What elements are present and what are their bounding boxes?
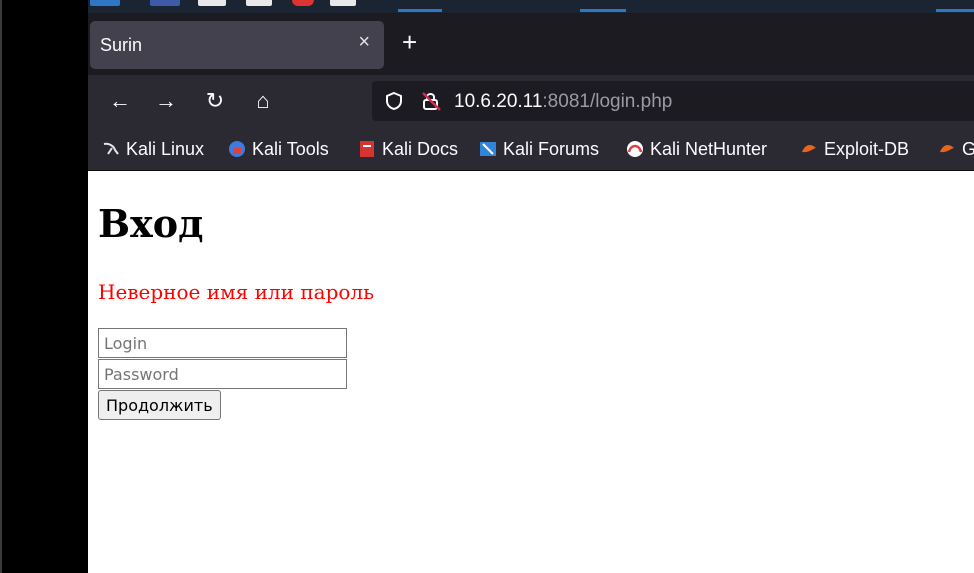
bookmark-label: Kali Tools [252, 138, 329, 159]
kali-docs-icon [360, 141, 374, 157]
reload-icon[interactable]: ↻ [201, 87, 229, 115]
insecure-lock-icon[interactable] [420, 90, 442, 112]
shield-icon[interactable] [384, 91, 404, 111]
bookmark-ghdb[interactable]: G [938, 136, 974, 162]
ghdb-icon [940, 144, 954, 153]
bookmark-label: G [962, 138, 974, 159]
new-tab-button[interactable]: + [402, 29, 417, 55]
exploit-db-icon [802, 144, 816, 153]
desktop-left-area [0, 0, 88, 573]
bookmark-label: Kali NetHunter [650, 138, 768, 159]
bookmark-exploit-db[interactable]: Exploit-DB [800, 136, 909, 162]
submit-button[interactable]: Продолжить [98, 390, 221, 420]
nethunter-icon [627, 141, 643, 157]
taskbar-app-icon[interactable] [292, 0, 314, 6]
browser-tab[interactable]: Surin × [90, 21, 384, 69]
bookmark-label: Exploit-DB [824, 138, 910, 159]
url-host: 10.6.20.11 [454, 91, 543, 112]
kali-forums-icon [480, 142, 496, 156]
password-input[interactable] [98, 359, 347, 389]
bookmark-kali-docs[interactable]: Kali Docs [358, 136, 458, 162]
taskbar-app-icon[interactable] [246, 0, 272, 6]
forward-arrow-icon[interactable]: → [152, 87, 180, 115]
page-content: Вход Неверное имя или пароль Продолжить [88, 171, 974, 573]
taskbar-active-indicator [398, 9, 442, 12]
close-icon[interactable]: × [358, 31, 370, 54]
navigation-toolbar: ← → ↻ ⌂ 10.6.20.11:8081/login.php [88, 75, 974, 127]
bookmark-label: Kali Docs [382, 138, 459, 159]
home-icon[interactable]: ⌂ [249, 87, 277, 115]
bookmark-label: Kali Linux [126, 138, 205, 159]
os-taskbar [88, 0, 974, 13]
back-arrow-icon[interactable]: ← [106, 87, 134, 115]
bookmark-kali-tools[interactable]: Kali Tools [228, 136, 329, 162]
bookmark-label: Kali Forums [503, 138, 600, 159]
taskbar-active-indicator [580, 9, 626, 12]
error-message: Неверное имя или пароль [98, 280, 375, 304]
bookmark-kali-forums[interactable]: Kali Forums [479, 136, 599, 162]
page-title: Вход [98, 201, 204, 246]
taskbar-app-icon[interactable] [150, 0, 180, 6]
taskbar-app-icon[interactable] [330, 0, 356, 6]
taskbar-app-icon[interactable] [198, 0, 226, 6]
bookmarks-toolbar: Kali Linux Kali Tools Kali Docs Kali For… [88, 127, 974, 171]
url-text[interactable]: 10.6.20.11:8081/login.php [454, 91, 672, 113]
bookmark-kali-linux[interactable]: Kali Linux [102, 136, 204, 162]
taskbar-app-icon[interactable] [90, 0, 120, 6]
taskbar-active-indicator [936, 9, 974, 12]
url-path: :8081/login.php [542, 91, 673, 112]
url-bar[interactable]: 10.6.20.11:8081/login.php [372, 81, 974, 121]
bookmark-kali-nethunter[interactable]: Kali NetHunter [626, 136, 767, 162]
login-input[interactable] [98, 328, 347, 358]
kali-tools-icon [229, 141, 245, 157]
browser-tab-strip: Surin × + [88, 13, 974, 75]
kali-dragon-icon [103, 142, 119, 155]
window-edge [0, 0, 2, 573]
tab-title: Surin [100, 35, 143, 55]
